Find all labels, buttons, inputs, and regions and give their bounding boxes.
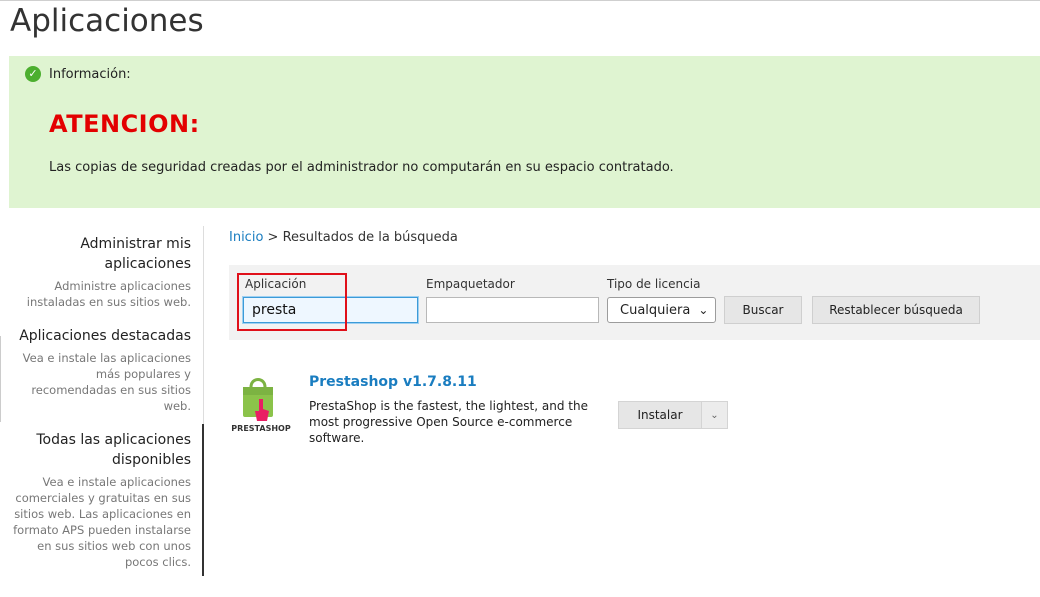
- install-dropdown-toggle[interactable]: ⌄: [702, 401, 728, 429]
- sidebar-left-rule: [0, 336, 1, 422]
- sidebar-item-desc: Vea e instale aplicaciones comerciales y…: [13, 475, 191, 569]
- breadcrumb: Inicio > Resultados de la búsqueda: [229, 230, 458, 245]
- license-field-label: Tipo de licencia: [607, 277, 701, 291]
- info-label: Información:: [49, 66, 131, 82]
- logo-text: PRESTASHOP: [231, 424, 291, 433]
- reset-search-button[interactable]: Restablecer búsqueda: [812, 296, 980, 324]
- sidebar-item-title: Aplicaciones destacadas: [19, 328, 191, 344]
- install-button[interactable]: Instalar: [618, 401, 702, 429]
- sidebar-item-desc: Vea e instale las aplicaciones más popul…: [22, 351, 191, 413]
- check-circle-icon: ✓: [25, 66, 41, 82]
- breadcrumb-current: Resultados de la búsqueda: [282, 230, 458, 245]
- sidebar-item-featured-apps[interactable]: Aplicaciones destacadas Vea e instale la…: [16, 326, 191, 414]
- chevron-down-icon: ⌄: [710, 409, 719, 421]
- breadcrumb-separator: >: [263, 230, 283, 245]
- app-description: PrestaShop is the fastest, the lightest,…: [309, 399, 588, 445]
- sidebar-item-manage-apps[interactable]: Administrar mis aplicaciones Administre …: [21, 234, 191, 310]
- sidebar-item-all-apps[interactable]: Todas las aplicaciones disponibles Vea e…: [13, 430, 191, 570]
- packager-field-label: Empaquetador: [426, 277, 515, 291]
- sidebar-item-title: Administrar mis aplicaciones: [80, 236, 191, 272]
- info-header: ✓ Información:: [25, 66, 131, 82]
- sidebar: Administrar mis aplicaciones Administre …: [0, 226, 204, 578]
- license-type-value: Cualquiera: [620, 302, 691, 318]
- breadcrumb-home-link[interactable]: Inicio: [229, 230, 263, 245]
- sidebar-item-desc: Administre aplicaciones instaladas en su…: [26, 279, 191, 309]
- sidebar-active-indicator: [202, 424, 204, 576]
- license-type-select[interactable]: Cualquiera ⌄: [607, 297, 716, 323]
- chevron-down-icon: ⌄: [698, 303, 709, 317]
- sidebar-divider: [203, 226, 204, 424]
- search-panel: Aplicación Empaquetador Tipo de licencia…: [229, 265, 1040, 340]
- page-title: Aplicaciones: [10, 3, 204, 39]
- packager-input[interactable]: [426, 297, 599, 323]
- highlight-annotation: [237, 273, 347, 331]
- alert-text: Las copias de seguridad creadas por el a…: [49, 160, 674, 175]
- install-button-group: Instalar ⌄: [618, 401, 728, 429]
- alert-heading: ATENCION:: [49, 110, 200, 138]
- shopping-bag-icon: PRESTASHOP: [231, 378, 291, 433]
- search-button[interactable]: Buscar: [724, 296, 802, 324]
- prestashop-logo[interactable]: PRESTASHOP: [229, 373, 293, 437]
- app-name-link[interactable]: Prestashop v1.7.8.11: [309, 374, 477, 390]
- info-message-box: ✓ Información: ATENCION: Las copias de s…: [9, 56, 1040, 208]
- sidebar-item-title: Todas las aplicaciones disponibles: [36, 432, 191, 468]
